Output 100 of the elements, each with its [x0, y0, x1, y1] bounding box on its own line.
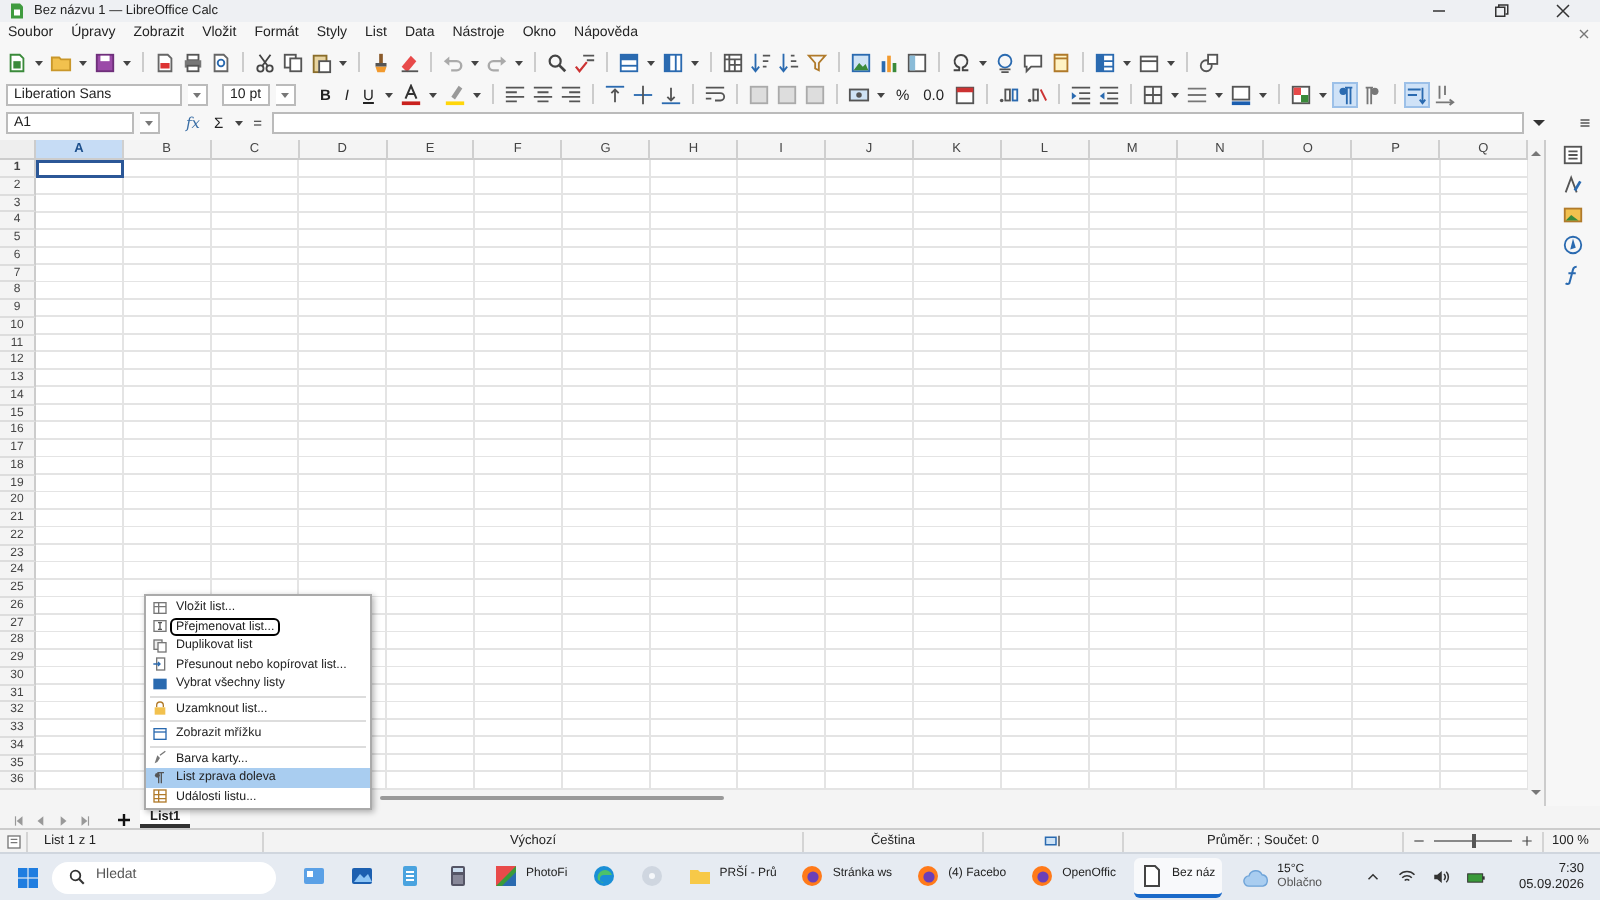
caret-icon[interactable] [34, 59, 44, 65]
caret-icon[interactable] [1258, 91, 1269, 97]
caret-icon[interactable] [1214, 91, 1225, 97]
border-style-icon[interactable] [1186, 83, 1209, 105]
caret-icon[interactable] [1318, 91, 1329, 97]
caret-icon[interactable] [978, 59, 988, 65]
caret-icon[interactable] [338, 59, 348, 65]
clear-formatting-icon[interactable] [398, 51, 420, 73]
zoom-in-icon[interactable] [1520, 834, 1534, 848]
wrap-text-icon[interactable] [703, 83, 726, 105]
dropdown-button[interactable] [188, 83, 208, 105]
cell-grid[interactable] [36, 160, 1528, 790]
close-icon[interactable] [1554, 2, 1572, 20]
rename-icon[interactable] [152, 618, 168, 635]
find-replace-icon[interactable] [546, 51, 568, 73]
caret-icon[interactable] [1170, 91, 1181, 97]
photos-icon[interactable] [350, 863, 374, 887]
clone-formatting-icon[interactable] [370, 51, 392, 73]
selection-mode-icon[interactable] [1044, 832, 1062, 850]
remove-decimal-icon[interactable] [1026, 83, 1049, 105]
column-icon[interactable] [662, 51, 684, 73]
increase-indent-icon[interactable] [1070, 83, 1093, 105]
caret-icon[interactable] [78, 59, 88, 65]
caret-icon[interactable] [471, 91, 482, 97]
export-pdf-icon[interactable] [154, 51, 176, 73]
caret-icon[interactable] [690, 59, 700, 65]
header-footer-icon[interactable] [1050, 51, 1072, 73]
close-document-icon[interactable] [1576, 26, 1592, 42]
add-decimal-icon[interactable] [998, 83, 1021, 105]
speaker-icon[interactable] [1432, 868, 1451, 886]
sort-descending-icon[interactable] [778, 51, 800, 73]
move-copy-icon[interactable] [152, 656, 168, 673]
caret-icon[interactable] [233, 120, 244, 126]
first-sheet-icon[interactable] [12, 814, 26, 828]
new-spreadsheet-icon[interactable] [6, 51, 28, 73]
borders-icon[interactable] [1142, 83, 1165, 105]
pivot-table-icon[interactable] [906, 51, 928, 73]
unmerge-cells-icon[interactable] [803, 83, 826, 105]
align-right-icon[interactable] [559, 83, 582, 105]
copy-icon[interactable] [282, 51, 304, 73]
document-status-icon[interactable] [5, 833, 21, 849]
browser-icon[interactable] [800, 863, 825, 887]
date-format-icon[interactable] [954, 83, 977, 105]
headers-icon[interactable] [722, 51, 744, 73]
restore-icon[interactable] [1492, 2, 1510, 20]
document-icon[interactable] [1139, 863, 1164, 887]
print-icon[interactable] [182, 51, 204, 73]
styles-icon[interactable] [1562, 174, 1584, 196]
print-preview-icon[interactable] [210, 51, 232, 73]
save-icon[interactable] [94, 51, 116, 73]
caret-icon[interactable] [1166, 59, 1176, 65]
spelling-icon[interactable] [574, 51, 596, 73]
freeze-rows-columns-icon[interactable] [1094, 51, 1116, 73]
align-middle-icon[interactable] [631, 83, 654, 105]
align-bottom-icon[interactable] [659, 83, 682, 105]
right-to-left-icon[interactable] [152, 769, 168, 786]
row-icon[interactable] [618, 51, 640, 73]
select-all-icon[interactable] [152, 675, 168, 692]
caret-icon[interactable] [875, 91, 886, 97]
caret-icon[interactable] [646, 59, 656, 65]
shapes-icon[interactable] [1198, 51, 1220, 73]
caret-icon[interactable] [470, 59, 480, 65]
hyperlink-icon[interactable] [994, 51, 1016, 73]
cut-icon[interactable] [254, 51, 276, 73]
widgets-icon[interactable] [302, 863, 326, 887]
caret-icon[interactable] [427, 91, 438, 97]
gallery-icon[interactable] [1562, 204, 1584, 226]
font-color-icon[interactable] [399, 83, 422, 105]
text-horizontal-icon[interactable] [1406, 83, 1429, 105]
events-icon[interactable] [152, 788, 168, 805]
scroll-down-icon[interactable] [1530, 786, 1542, 798]
properties-icon[interactable] [1562, 144, 1584, 166]
decrease-indent-icon[interactable] [1098, 83, 1121, 105]
sidebar-menu-icon[interactable] [1576, 114, 1594, 132]
browser-icon[interactable] [916, 863, 941, 887]
split-window-icon[interactable] [1138, 51, 1160, 73]
navigator-icon[interactable] [1562, 234, 1584, 256]
conditional-format-icon[interactable] [1290, 83, 1313, 105]
lock-icon[interactable] [152, 700, 168, 717]
browser-icon[interactable] [1030, 863, 1055, 887]
browser-icon[interactable] [591, 863, 616, 887]
comment-icon[interactable] [1022, 51, 1044, 73]
photo-editor-icon[interactable] [494, 863, 518, 887]
start-icon[interactable] [16, 865, 40, 889]
expand-icon[interactable] [1530, 114, 1548, 132]
zoom-out-icon[interactable] [1412, 834, 1426, 848]
align-left-icon[interactable] [503, 83, 526, 105]
caret-icon[interactable] [1122, 59, 1132, 65]
align-center-icon[interactable] [531, 83, 554, 105]
scroll-up-icon[interactable] [1530, 148, 1542, 160]
special-character-icon[interactable] [950, 51, 972, 73]
calculator-icon[interactable] [446, 863, 470, 887]
selected-cell[interactable] [36, 160, 124, 178]
last-sheet-icon[interactable] [78, 814, 92, 828]
grid-icon[interactable] [152, 725, 168, 742]
notepad-icon[interactable] [398, 863, 422, 887]
duplicate-icon[interactable] [152, 637, 168, 654]
merge-cells-icon[interactable] [747, 83, 770, 105]
sort-ascending-icon[interactable] [750, 51, 772, 73]
add-sheet-icon[interactable] [116, 812, 132, 828]
